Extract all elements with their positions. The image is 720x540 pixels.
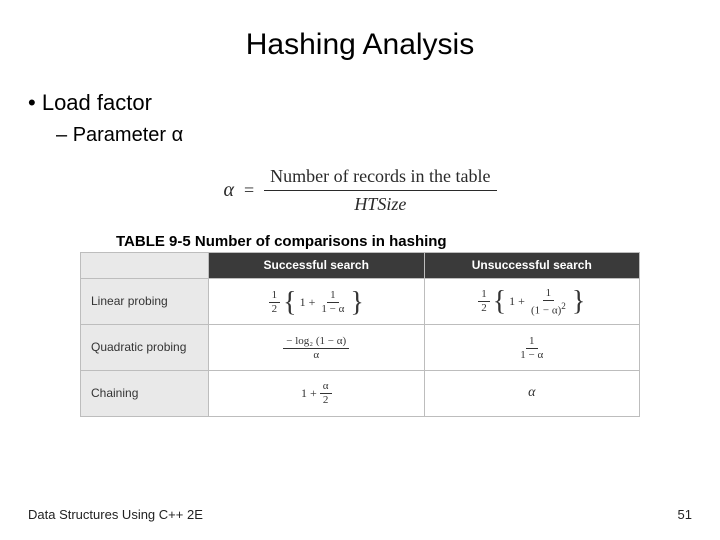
- table-header-unsuccessful: Unsuccessful search: [424, 252, 640, 278]
- table-row: Chaining 1 + α2 α: [81, 370, 640, 416]
- row-label-quadratic-probing: Quadratic probing: [81, 324, 209, 370]
- cell-chaining-successful: 1 + α2: [209, 370, 425, 416]
- formula-lhs: α: [223, 179, 234, 202]
- formula-equals: =: [244, 180, 254, 201]
- cell-quadratic-unsuccessful: 11 − α: [424, 324, 640, 370]
- table-header-blank: [81, 252, 209, 278]
- cell-quadratic-successful: − log₂ (1 − α)α: [209, 324, 425, 370]
- row-label-chaining: Chaining: [81, 370, 209, 416]
- footer-source: Data Structures Using C++ 2E: [28, 507, 203, 522]
- table-header-row: Successful search Unsuccessful search: [81, 252, 640, 278]
- cell-linear-successful: 12 { 1 + 11 − α }: [209, 278, 425, 324]
- formula-numerator: Number of records in the table: [264, 165, 496, 191]
- comparisons-table: Successful search Unsuccessful search Li…: [80, 252, 640, 417]
- formula-alpha-definition: α = Number of records in the table HTSiz…: [28, 165, 692, 217]
- table-row: Linear probing 12 { 1 + 11 − α }: [81, 278, 640, 324]
- formula-fraction: Number of records in the table HTSize: [264, 165, 496, 217]
- cell-chaining-unsuccessful: α: [424, 370, 640, 416]
- slide-footer: Data Structures Using C++ 2E 51: [28, 507, 692, 522]
- slide-title: Hashing Analysis: [28, 28, 692, 62]
- table-caption: TABLE 9-5 Number of comparisons in hashi…: [116, 233, 692, 250]
- table-header-successful: Successful search: [209, 252, 425, 278]
- bullet-level-1: Load factor: [28, 90, 692, 116]
- row-label-linear-probing: Linear probing: [81, 278, 209, 324]
- formula-denominator: HTSize: [348, 191, 412, 216]
- slide: Hashing Analysis Load factor Parameter α…: [0, 0, 720, 540]
- footer-page-number: 51: [678, 507, 692, 522]
- table-row: Quadratic probing − log₂ (1 − α)α 11 − α: [81, 324, 640, 370]
- bullet-level-2: Parameter α: [56, 124, 692, 147]
- cell-linear-unsuccessful: 12 { 1 + 1 (1 − α)2 }: [424, 278, 640, 324]
